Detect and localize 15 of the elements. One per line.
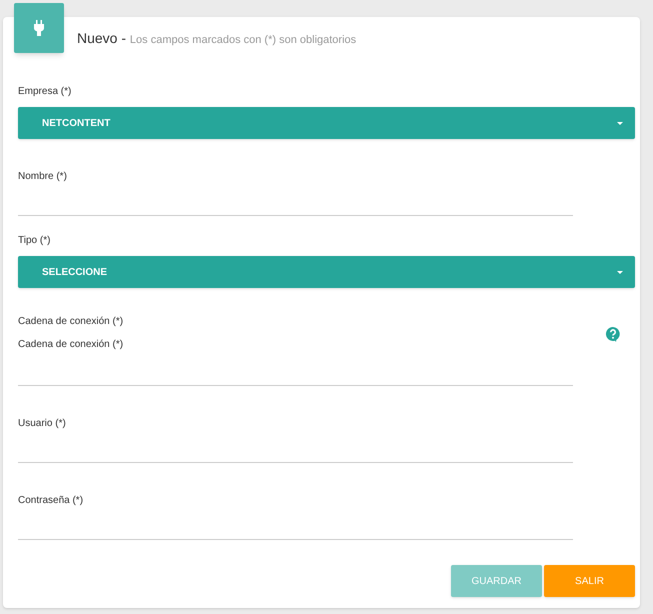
- select-dropdown[interactable]: NETCONTENT: [18, 107, 635, 139]
- field-label: Usuario (*): [18, 418, 67, 430]
- form-title: Nuevo - Los campos marcados con (*) son obligatorios: [77, 29, 356, 48]
- field-label: Nombre (*): [18, 171, 68, 183]
- field-label: Contraseña (*): [18, 495, 84, 507]
- select-dropdown[interactable]: SELECCIONE: [18, 256, 635, 288]
- caret-icon: [617, 270, 623, 274]
- exit-button[interactable]: SALIR: [544, 565, 635, 597]
- field-label: Cadena de conexión (*): [18, 339, 124, 351]
- caret-icon: [617, 122, 623, 124]
- field-label: Cadena de conexión (*): [18, 316, 124, 328]
- help-icon[interactable]: [605, 326, 621, 342]
- field-label: Empresa (*): [18, 86, 72, 98]
- plug-icon: [34, 20, 44, 36]
- field-label: Tipo (*): [18, 235, 52, 247]
